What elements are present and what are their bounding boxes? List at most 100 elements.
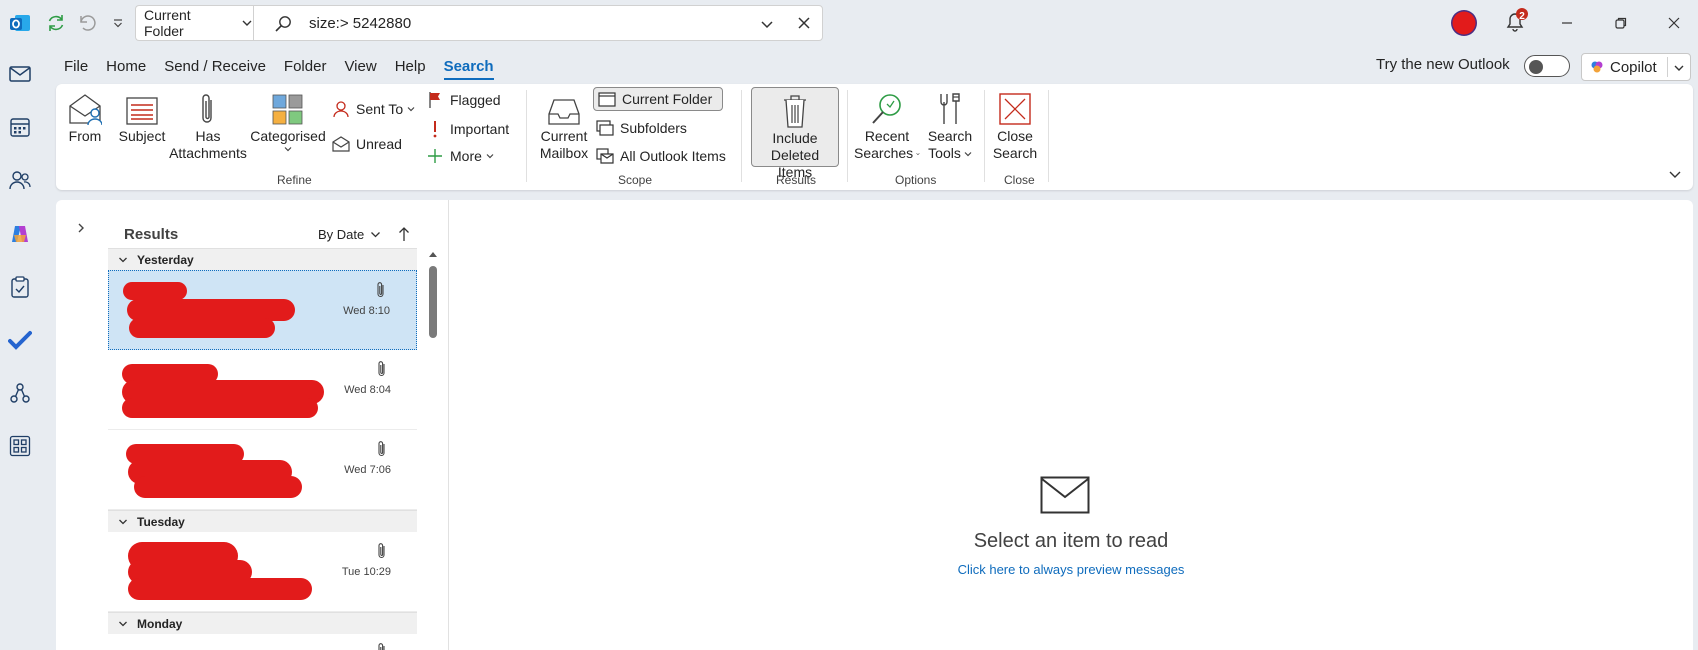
important-button[interactable]: Important <box>424 117 509 141</box>
tab-view[interactable]: View <box>336 52 384 82</box>
results-group-label: Results <box>776 173 817 187</box>
tab-file[interactable]: File <box>56 52 96 82</box>
copilot-icon[interactable] <box>6 220 34 248</box>
copilot-chevron-down-icon[interactable] <box>1673 62 1685 74</box>
people-icon[interactable] <box>6 166 34 194</box>
scope-group-label: Scope <box>618 173 653 187</box>
close-search-icon <box>992 88 1038 126</box>
outlook-logo-icon <box>6 9 34 37</box>
search-options-chevron-icon[interactable] <box>760 17 774 31</box>
restore-icon[interactable] <box>1607 9 1635 37</box>
tab-folder[interactable]: Folder <box>276 52 335 82</box>
list-item[interactable]: Wed 7:06 <box>108 430 417 510</box>
message-list-scrollbar[interactable] <box>426 246 440 650</box>
recent-searches-label-row: Searches <box>854 145 920 162</box>
has-attachments-button[interactable]: Has Attachments <box>168 88 248 162</box>
search-scope-dropdown[interactable]: Current Folder <box>135 5 253 41</box>
more-button[interactable]: More <box>424 144 494 168</box>
redacted-preview <box>129 318 275 338</box>
subject-button[interactable]: Subject <box>118 88 166 145</box>
apps-icon[interactable] <box>6 432 34 460</box>
search-ribbon: From Subject Has Attachments Categorised… <box>56 84 1693 190</box>
recent-searches-label-2: Searches <box>854 145 914 161</box>
close-window-icon[interactable] <box>1660 9 1688 37</box>
close-search-label-2: Search <box>992 145 1038 161</box>
title-bar: Current Folder size:> 5242880 2 <box>0 0 1698 46</box>
close-search-button[interactable]: Close Search <box>992 88 1038 162</box>
attachment-paperclip-icon <box>377 440 387 458</box>
trash-icon <box>752 90 838 128</box>
empty-reading-pane-title: Select an item to read <box>973 530 1169 552</box>
scroll-up-arrow-icon[interactable] <box>428 250 438 258</box>
list-item[interactable]: Wed 8:10 <box>108 270 417 350</box>
group-header-monday[interactable]: Monday <box>108 612 417 634</box>
tab-search[interactable]: Search <box>436 52 502 82</box>
current-mailbox-button[interactable]: Current Mailbox <box>538 88 590 162</box>
tab-help[interactable]: Help <box>387 52 434 82</box>
tab-send-receive[interactable]: Send / Receive <box>156 52 274 82</box>
sent-to-label: Sent To <box>356 101 404 117</box>
paperclip-icon <box>168 88 248 126</box>
unread-button[interactable]: Unread <box>330 132 402 156</box>
subfolders-button[interactable]: Subfolders <box>594 116 687 140</box>
clear-search-icon[interactable] <box>797 16 811 30</box>
sort-direction-arrow-icon[interactable] <box>398 226 410 242</box>
list-item[interactable]: Wed 8:04 <box>108 350 417 430</box>
all-outlook-items-label: All Outlook Items <box>620 148 726 164</box>
try-new-outlook-label: Try the new Outlook <box>1376 56 1510 73</box>
flagged-button[interactable]: Flagged <box>424 88 501 112</box>
sort-by-date-dropdown[interactable]: By Date <box>318 227 381 242</box>
mail-icon[interactable] <box>6 60 34 88</box>
undo-icon[interactable] <box>73 9 101 37</box>
recent-searches-button[interactable]: Recent Searches <box>854 88 920 162</box>
quick-access-dropdown-icon[interactable] <box>104 9 132 37</box>
todo-icon[interactable] <box>6 326 34 354</box>
try-new-outlook-toggle[interactable] <box>1524 55 1570 77</box>
sort-chevron-icon <box>370 229 381 240</box>
tasks-icon[interactable] <box>6 273 34 301</box>
categorised-chevron-icon <box>250 145 326 159</box>
categorised-button[interactable]: Categorised <box>250 88 326 159</box>
search-input[interactable]: size:> 5242880 <box>253 5 823 41</box>
copilot-button[interactable]: Copilot <box>1581 53 1691 81</box>
message-time: Tue 10:29 <box>341 566 391 578</box>
include-deleted-items-button[interactable]: Include Deleted Items <box>751 87 839 180</box>
ribbon-collapse-chevron-icon[interactable] <box>1668 170 1682 180</box>
copilot-logo-icon <box>1590 60 1604 74</box>
list-item[interactable]: Tue 10:29 <box>108 532 417 612</box>
group-label: Tuesday <box>137 514 185 529</box>
search-tools-button[interactable]: Search Tools <box>924 88 976 162</box>
attachment-paperclip-icon <box>377 542 387 560</box>
all-outlook-items-button[interactable]: All Outlook Items <box>594 144 726 168</box>
always-preview-link[interactable]: Click here to always preview messages <box>449 562 1693 577</box>
subfolders-label: Subfolders <box>620 120 687 136</box>
notifications-bell-icon[interactable]: 2 <box>1502 8 1530 36</box>
chevron-down-icon <box>118 517 128 527</box>
from-button[interactable]: From <box>68 88 102 145</box>
tab-view-label: View <box>344 58 377 75</box>
org-explorer-icon[interactable] <box>6 379 34 407</box>
all-items-icon <box>594 148 616 164</box>
tab-home[interactable]: Home <box>98 52 154 82</box>
scrollbar-thumb[interactable] <box>429 266 437 338</box>
current-folder-button[interactable]: Current Folder <box>593 87 724 111</box>
redacted-preview <box>128 578 312 600</box>
chevron-down-icon <box>118 619 128 629</box>
sort-label: By Date <box>318 227 365 242</box>
sync-icon[interactable] <box>42 9 70 37</box>
tab-send-receive-label: Send / Receive <box>164 58 266 75</box>
calendar-icon[interactable] <box>6 113 34 141</box>
categorised-label: Categorised <box>250 128 326 144</box>
sent-to-button[interactable]: Sent To <box>330 97 415 121</box>
redacted-preview <box>122 398 318 418</box>
profile-avatar[interactable] <box>1449 8 1479 38</box>
group-header-tuesday[interactable]: Tuesday <box>108 510 417 532</box>
has-attachments-label-1: Has <box>195 128 221 144</box>
expand-folder-pane-chevron-icon[interactable] <box>76 222 86 234</box>
group-header-yesterday[interactable]: Yesterday <box>108 248 417 270</box>
ribbon-separator <box>741 90 742 182</box>
tab-file-label: File <box>64 58 89 75</box>
list-item[interactable] <box>108 634 417 650</box>
from-icon <box>68 88 102 126</box>
minimize-icon[interactable] <box>1553 9 1581 37</box>
